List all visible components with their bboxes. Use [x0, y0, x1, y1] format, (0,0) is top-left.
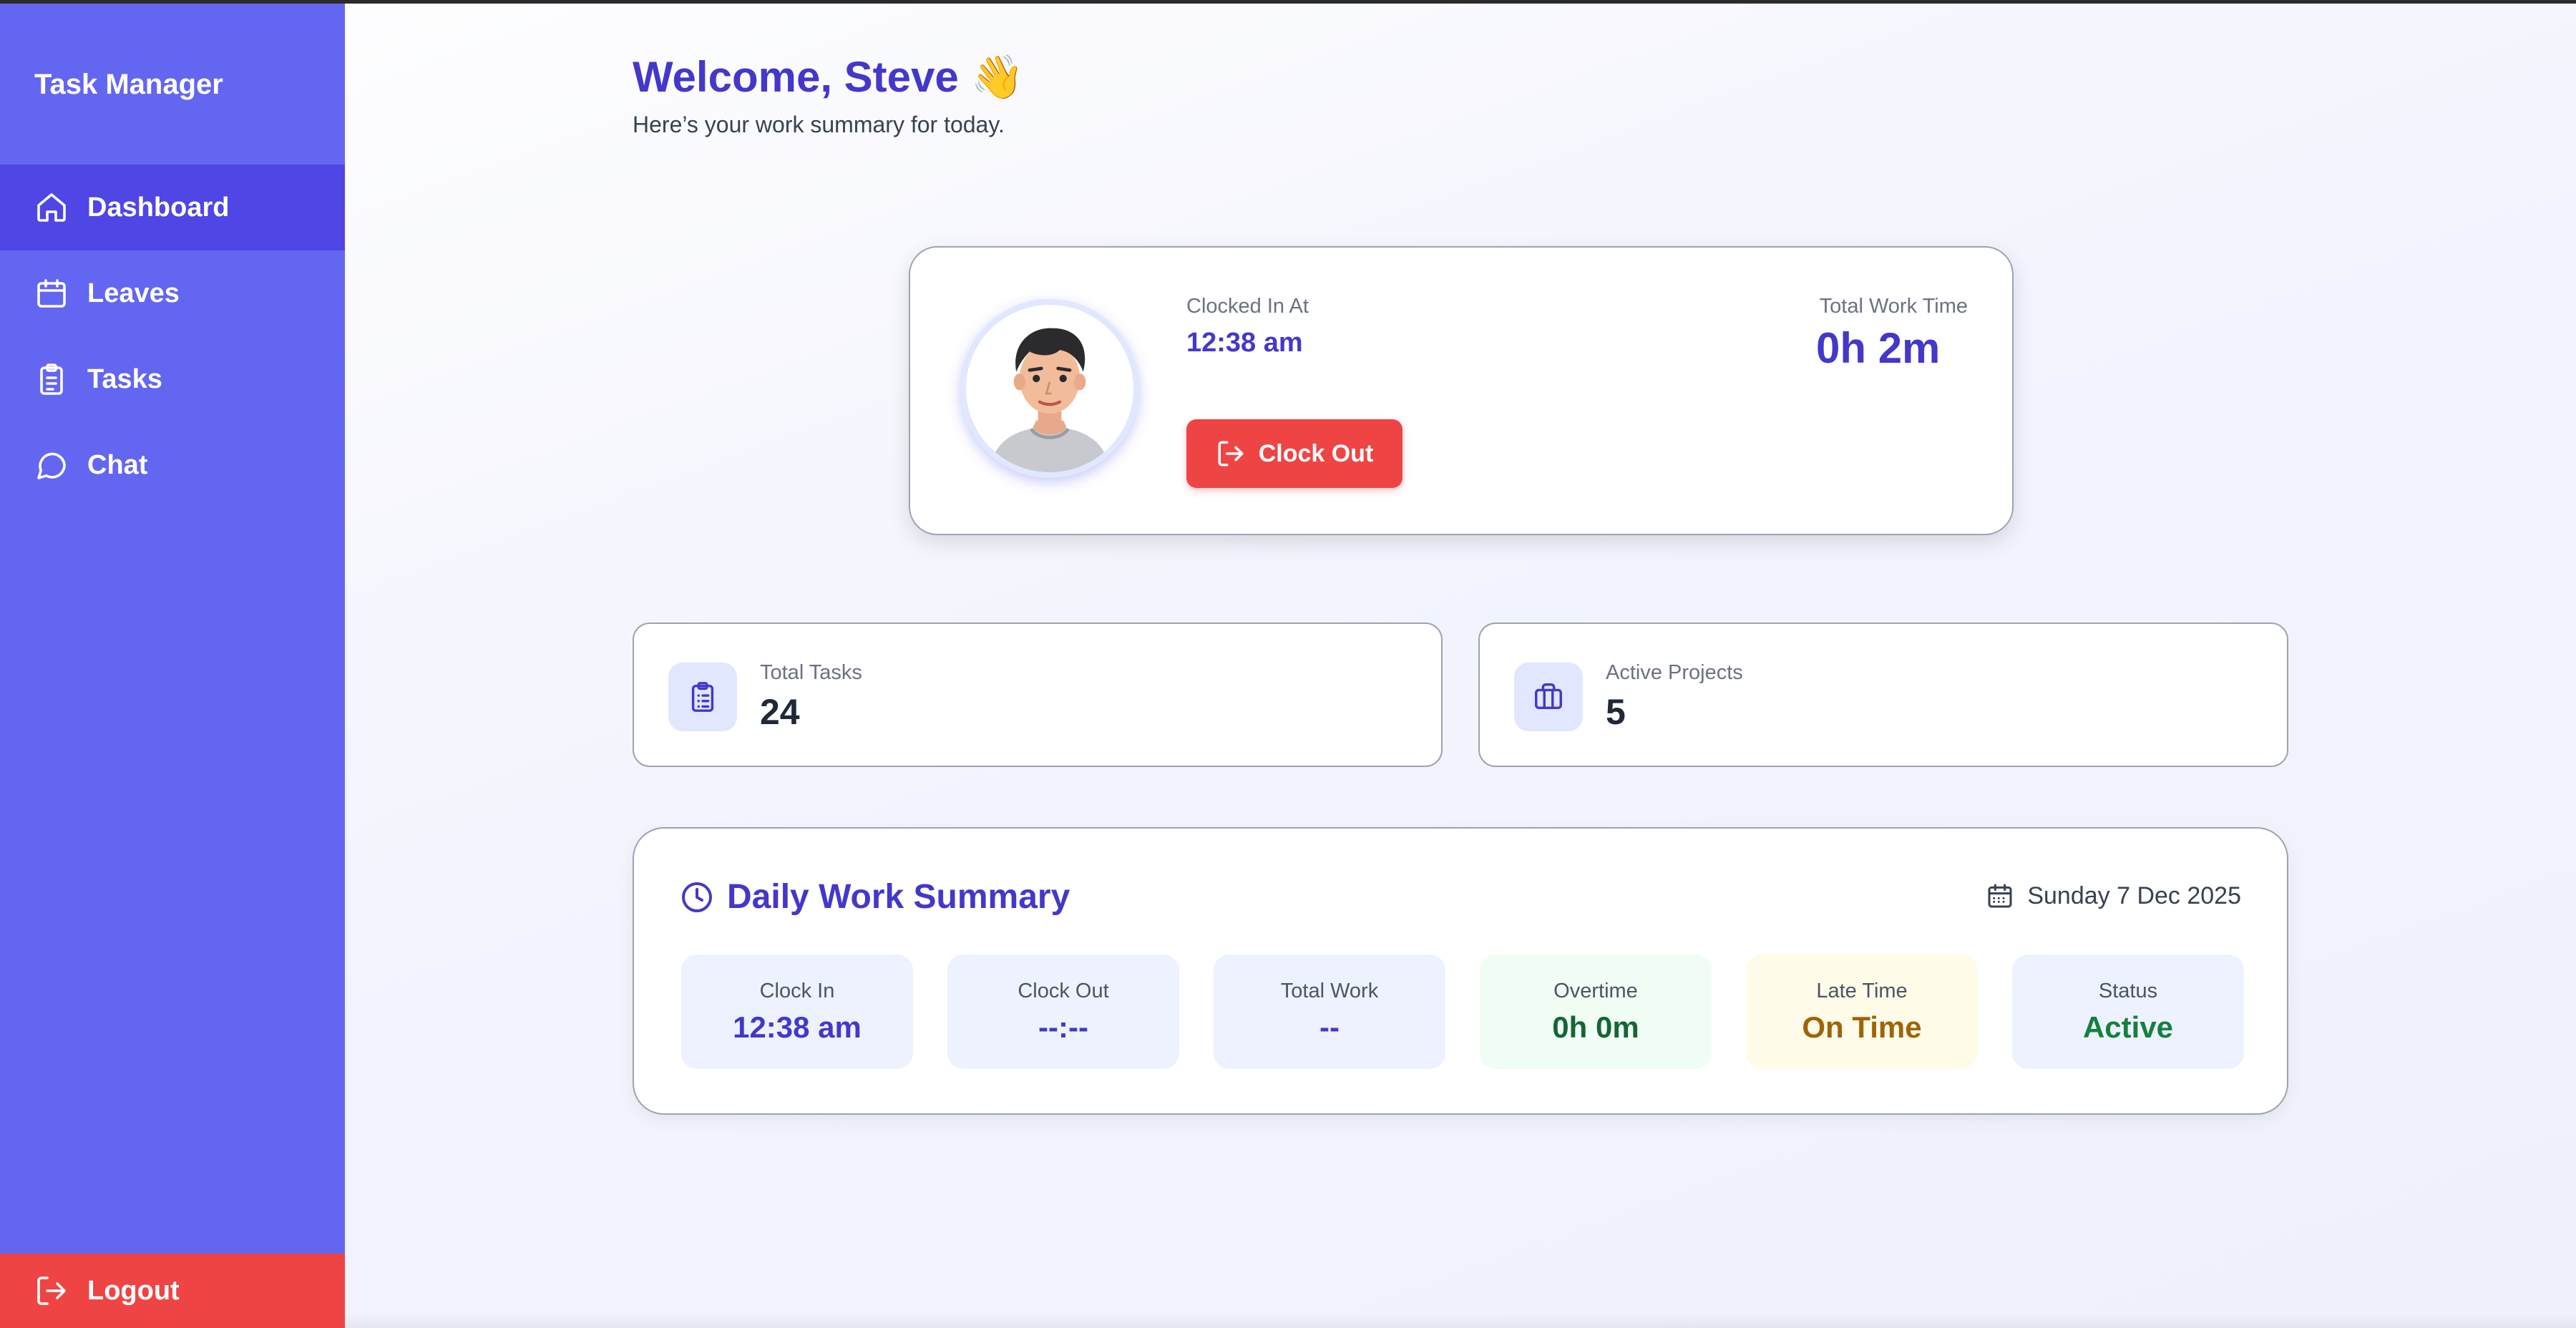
calendar-icon	[1988, 884, 2012, 908]
stat-value: 5	[1606, 692, 1626, 732]
sidebar-item-label: Chat	[87, 449, 148, 480]
chat-bubble-icon	[37, 452, 66, 479]
briefcase-icon	[1535, 683, 1562, 710]
stat-icon-box	[1514, 663, 1583, 731]
clock-status-card: Clocked In At 12:38 am Total Work Time 0…	[909, 246, 2014, 535]
clock-icon	[682, 882, 712, 912]
sidebar-item-label: Dashboard	[87, 192, 230, 223]
sidebar-item-chat[interactable]: Chat	[0, 422, 345, 508]
tile-label: Clock In	[759, 979, 835, 1002]
sidebar: Task Manager Dashboard Leaves Tasks Chat…	[0, 0, 345, 1328]
sidebar-item-tasks[interactable]: Tasks	[0, 336, 345, 422]
logout-icon	[37, 1276, 66, 1305]
clocked-in-time: 12:38 am	[1186, 328, 1303, 358]
summary-date: Sunday 7 Dec 2025	[1986, 882, 2241, 910]
bottom-shadow	[345, 1314, 2576, 1328]
clocked-in-label: Clocked In At	[1186, 295, 1309, 318]
home-icon	[37, 193, 66, 222]
summary-date-text: Sunday 7 Dec 2025	[2027, 882, 2241, 909]
tile-value: 0h 0m	[1552, 1010, 1639, 1044]
stat-card-active-projects: Active Projects 5	[1478, 622, 2288, 767]
window-top-border	[0, 0, 2576, 4]
logout-button[interactable]: Logout	[0, 1254, 345, 1328]
tile-value: 12:38 am	[733, 1010, 862, 1044]
logout-label: Logout	[87, 1275, 180, 1306]
status-badge: Active	[2082, 1010, 2174, 1044]
summary-tile-clock-in: Clock In 12:38 am	[681, 954, 913, 1069]
total-work-time-value: 0h 2m	[1816, 324, 1941, 372]
summary-tile-clock-out: Clock Out --:--	[947, 954, 1179, 1069]
daily-work-summary-card: Daily Work Summary Sunday 7 Dec 2025 Clo…	[633, 827, 2288, 1115]
stat-icon-box	[668, 663, 737, 731]
stat-value: 24	[760, 692, 800, 732]
tile-value: --:--	[1038, 1010, 1088, 1044]
logout-icon	[1218, 441, 1244, 467]
tile-label: Overtime	[1553, 979, 1638, 1002]
stat-card-total-tasks: Total Tasks 24	[633, 622, 1443, 767]
calendar-icon	[37, 279, 66, 308]
clock-out-label: Clock Out	[1258, 439, 1374, 467]
sidebar-item-label: Tasks	[87, 363, 162, 394]
summary-tile-late-time: Late Time On Time	[1746, 954, 1978, 1069]
user-avatar-illustration	[966, 305, 1133, 472]
app-title: Task Manager	[34, 69, 223, 100]
clipboard-icon	[40, 363, 63, 395]
tile-value: --	[1319, 1010, 1340, 1044]
page-subtitle: Here’s your work summary for today.	[633, 112, 1005, 137]
total-work-time-label: Total Work Time	[1819, 295, 1968, 318]
tile-value: On Time	[1802, 1010, 1922, 1044]
tile-label: Status	[2098, 979, 2158, 1002]
tile-label: Clock Out	[1018, 979, 1109, 1002]
stat-label: Total Tasks	[760, 661, 862, 684]
summary-title: Daily Work Summary	[727, 878, 1070, 916]
summary-header: Daily Work Summary	[680, 877, 1070, 917]
avatar	[960, 299, 1139, 478]
tile-label: Late Time	[1816, 979, 1908, 1002]
page-title: Welcome, Steve 👋	[633, 53, 1025, 101]
sidebar-item-label: Leaves	[87, 278, 180, 308]
summary-tile-overtime: Overtime 0h 0m	[1480, 954, 1712, 1069]
summary-tile-status: Status Active	[2012, 954, 2244, 1069]
sidebar-item-leaves[interactable]: Leaves	[0, 250, 345, 336]
stat-label: Active Projects	[1606, 661, 1743, 684]
sidebar-item-dashboard[interactable]: Dashboard	[0, 165, 345, 250]
clock-out-button[interactable]: Clock Out	[1186, 419, 1402, 488]
clipboard-icon	[691, 682, 714, 712]
summary-tiles: Clock In 12:38 am Clock Out --:-- Total …	[681, 954, 2244, 1069]
summary-tile-total-work: Total Work --	[1214, 954, 1445, 1069]
tile-label: Total Work	[1280, 979, 1379, 1002]
